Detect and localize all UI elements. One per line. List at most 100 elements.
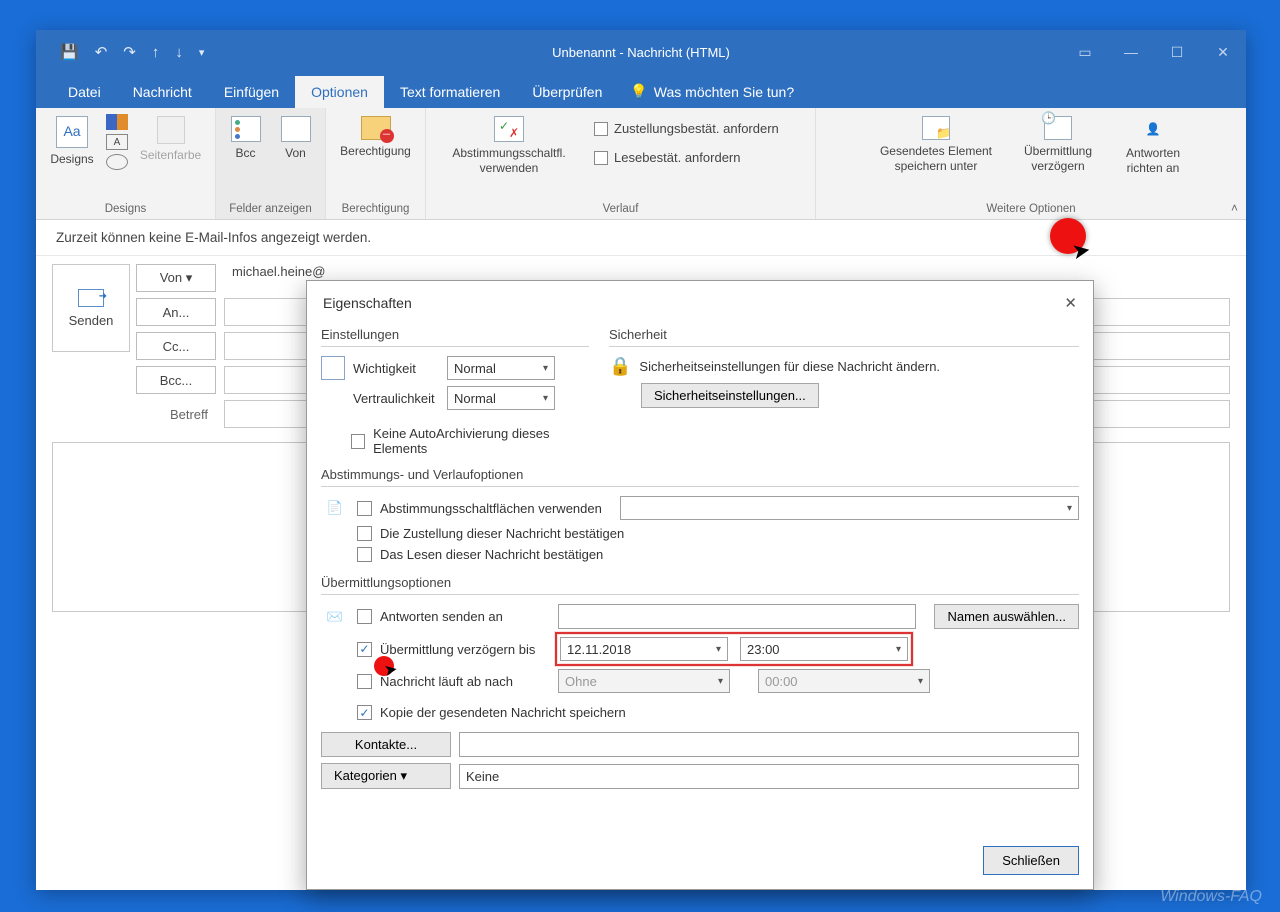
bcc-button[interactable]: Bcc	[224, 112, 268, 165]
save-sent-icon: 📁	[922, 116, 950, 140]
maximize-button[interactable]: ☐	[1154, 30, 1200, 74]
wichtigkeit-select[interactable]: Normal ▾	[447, 356, 555, 380]
schliessen-button[interactable]: Schließen	[983, 846, 1079, 875]
save-icon[interactable]: 💾	[60, 43, 79, 61]
tell-me[interactable]: 💡 Was möchten Sie tun?	[618, 75, 806, 108]
lesen-bestaetigen-checkbox[interactable]	[357, 547, 372, 562]
abst1-label: Abstimmungsschaltflächen verwenden	[380, 501, 602, 516]
delay-delivery-icon: 🕒	[1044, 116, 1072, 140]
ablauf-checkbox[interactable]	[357, 674, 372, 689]
kontakte-input[interactable]	[459, 732, 1079, 757]
abst3-label: Das Lesen dieser Nachricht bestätigen	[380, 547, 603, 562]
berechtigung-button[interactable]: － Berechtigung	[334, 112, 417, 163]
ribbon: Aa Designs A Seitenfarbe Designs	[36, 108, 1246, 220]
von-field-button[interactable]: Von ▾	[136, 264, 216, 292]
abst-select[interactable]: ▾	[620, 496, 1079, 520]
undo-icon[interactable]: ↶	[95, 43, 108, 61]
gesendet-speichern-button[interactable]: 📁 Gesendetes Element speichern unter	[866, 112, 1006, 178]
send-button[interactable]: Senden	[52, 264, 130, 352]
ablauf-date-value: Ohne	[565, 674, 597, 689]
ablauf-time-value: 00:00	[765, 674, 798, 689]
group-berechtigung-label: Berechtigung	[334, 201, 417, 217]
next-icon[interactable]: ↓	[175, 44, 183, 61]
verzoegern-label: Übermittlung verzögern	[1024, 144, 1092, 174]
close-button[interactable]: ✕	[1200, 30, 1246, 74]
sicherheit-text: Sicherheitseinstellungen für diese Nachr…	[639, 359, 940, 374]
system-buttons: ▭ — ☐ ✕	[1062, 30, 1246, 74]
chevron-down-icon: ▾	[718, 676, 723, 687]
group-weitere-optionen: 📁 Gesendetes Element speichern unter 🕒 Ü…	[816, 108, 1246, 219]
cc-field-button[interactable]: Cc...	[136, 332, 216, 360]
abst2-label: Die Zustellung dieser Nachricht bestätig…	[380, 526, 624, 541]
chevron-down-icon: ▾	[896, 644, 901, 655]
field-buttons-column: Von ▾ An... Cc... Bcc... Betreff	[136, 264, 216, 428]
ablauf-time-select[interactable]: 00:00▾	[758, 669, 930, 693]
sicherheitseinstellungen-button[interactable]: Sicherheitseinstellungen...	[641, 383, 819, 408]
page-color-icon	[157, 116, 185, 144]
tab-datei[interactable]: Datei	[52, 76, 117, 108]
kategorien-input[interactable]: Keine	[459, 764, 1079, 789]
send-label: Senden	[69, 313, 114, 328]
zustellbest-label: Zustellungsbestät. anfordern	[614, 121, 779, 136]
kategorien-value: Keine	[466, 769, 499, 784]
kontakte-button[interactable]: Kontakte...	[321, 732, 451, 757]
dialog-title: Eigenschaften	[323, 295, 412, 311]
seitenfarbe-button[interactable]: Seitenfarbe	[134, 112, 207, 167]
verzoegern-bis-checkbox[interactable]	[357, 642, 372, 657]
fonts-icon[interactable]: A	[106, 134, 128, 150]
group-verlauf: ✓ ✗ Abstimmungsschaltfl. verwenden Zuste…	[426, 108, 816, 219]
tab-nachricht[interactable]: Nachricht	[117, 76, 208, 108]
redo-icon[interactable]: ↷	[123, 43, 136, 61]
effects-icon[interactable]	[106, 154, 128, 170]
an-field-button[interactable]: An...	[136, 298, 216, 326]
colors-icon[interactable]	[106, 114, 128, 130]
tab-einfuegen[interactable]: Einfügen	[208, 76, 295, 108]
lesebest-checkbox[interactable]: Lesebestät. anfordern	[590, 147, 783, 168]
group-felder: Bcc Von Felder anzeigen	[216, 108, 326, 219]
chevron-down-icon: ▾	[716, 644, 721, 655]
kategorien-button[interactable]: Kategorien ▾	[321, 763, 451, 789]
noarchive-checkbox[interactable]	[351, 434, 365, 449]
antworten-senden-input[interactable]	[558, 604, 916, 629]
abstimmung-group-label: Abstimmungs- und Verlaufoptionen	[321, 465, 1079, 484]
namen-auswaehlen-button[interactable]: Namen auswählen...	[934, 604, 1079, 629]
von-button[interactable]: Von	[274, 112, 318, 165]
tab-ueberpruefen[interactable]: Überprüfen	[516, 76, 618, 108]
wichtigkeit-label: Wichtigkeit	[353, 361, 439, 376]
sicherheit-label: Sicherheit	[609, 325, 1079, 344]
chevron-down-icon: ▾	[543, 363, 548, 374]
wichtigkeit-value: Normal	[454, 361, 496, 376]
lesebest-label: Lesebestät. anfordern	[614, 150, 740, 165]
vertraulichkeit-value: Normal	[454, 391, 496, 406]
collapse-ribbon-icon[interactable]: ˄	[1231, 201, 1238, 215]
ablauf-date-select[interactable]: Ohne ▾	[558, 669, 730, 693]
qat-more-icon[interactable]: ▾	[199, 46, 205, 59]
antworten-senden-checkbox[interactable]	[357, 609, 372, 624]
seitenfarbe-label: Seitenfarbe	[140, 148, 201, 163]
delivery-options-icon: ✉️	[321, 605, 349, 629]
quick-access-toolbar: 💾 ↶ ↷ ↑ ↓ ▾	[36, 43, 228, 61]
abst-schaltflaechen-checkbox[interactable]	[357, 501, 372, 516]
tab-optionen[interactable]: Optionen	[295, 76, 384, 108]
von-icon	[281, 116, 311, 142]
prev-icon[interactable]: ↑	[152, 44, 160, 61]
antworten-richten-an-button[interactable]: 👤 Antworten richten an	[1110, 112, 1196, 180]
verzoegern-date-select[interactable]: 12.11.2018▾	[560, 637, 728, 661]
group-designs-label: Designs	[44, 201, 207, 217]
uebermittlung-group-label: Übermittlungsoptionen	[321, 573, 1079, 592]
einstellungen-label: Einstellungen	[321, 325, 589, 344]
verzoegern-time-select[interactable]: 23:00▾	[740, 637, 908, 661]
vertraulichkeit-select[interactable]: Normal▾	[447, 386, 555, 410]
uebermittlung-verzoegern-button[interactable]: 🕒 Übermittlung verzögern	[1010, 112, 1106, 178]
minimize-button[interactable]: —	[1108, 30, 1154, 74]
ribbon-options-icon[interactable]: ▭	[1062, 30, 1108, 74]
dialog-close-icon[interactable]: ✕	[1064, 294, 1077, 312]
tab-textformatieren[interactable]: Text formatieren	[384, 76, 516, 108]
abstimmung-button[interactable]: ✓ ✗ Abstimmungsschaltfl. verwenden	[434, 112, 584, 180]
designs-button[interactable]: Aa Designs	[44, 112, 100, 171]
kopie-speichern-checkbox[interactable]	[357, 705, 372, 720]
zustellbest-checkbox[interactable]: Zustellungsbestät. anfordern	[590, 118, 783, 139]
berechtigung-label: Berechtigung	[340, 144, 411, 159]
zustellung-bestaetigen-checkbox[interactable]	[357, 526, 372, 541]
bcc-field-button[interactable]: Bcc...	[136, 366, 216, 394]
